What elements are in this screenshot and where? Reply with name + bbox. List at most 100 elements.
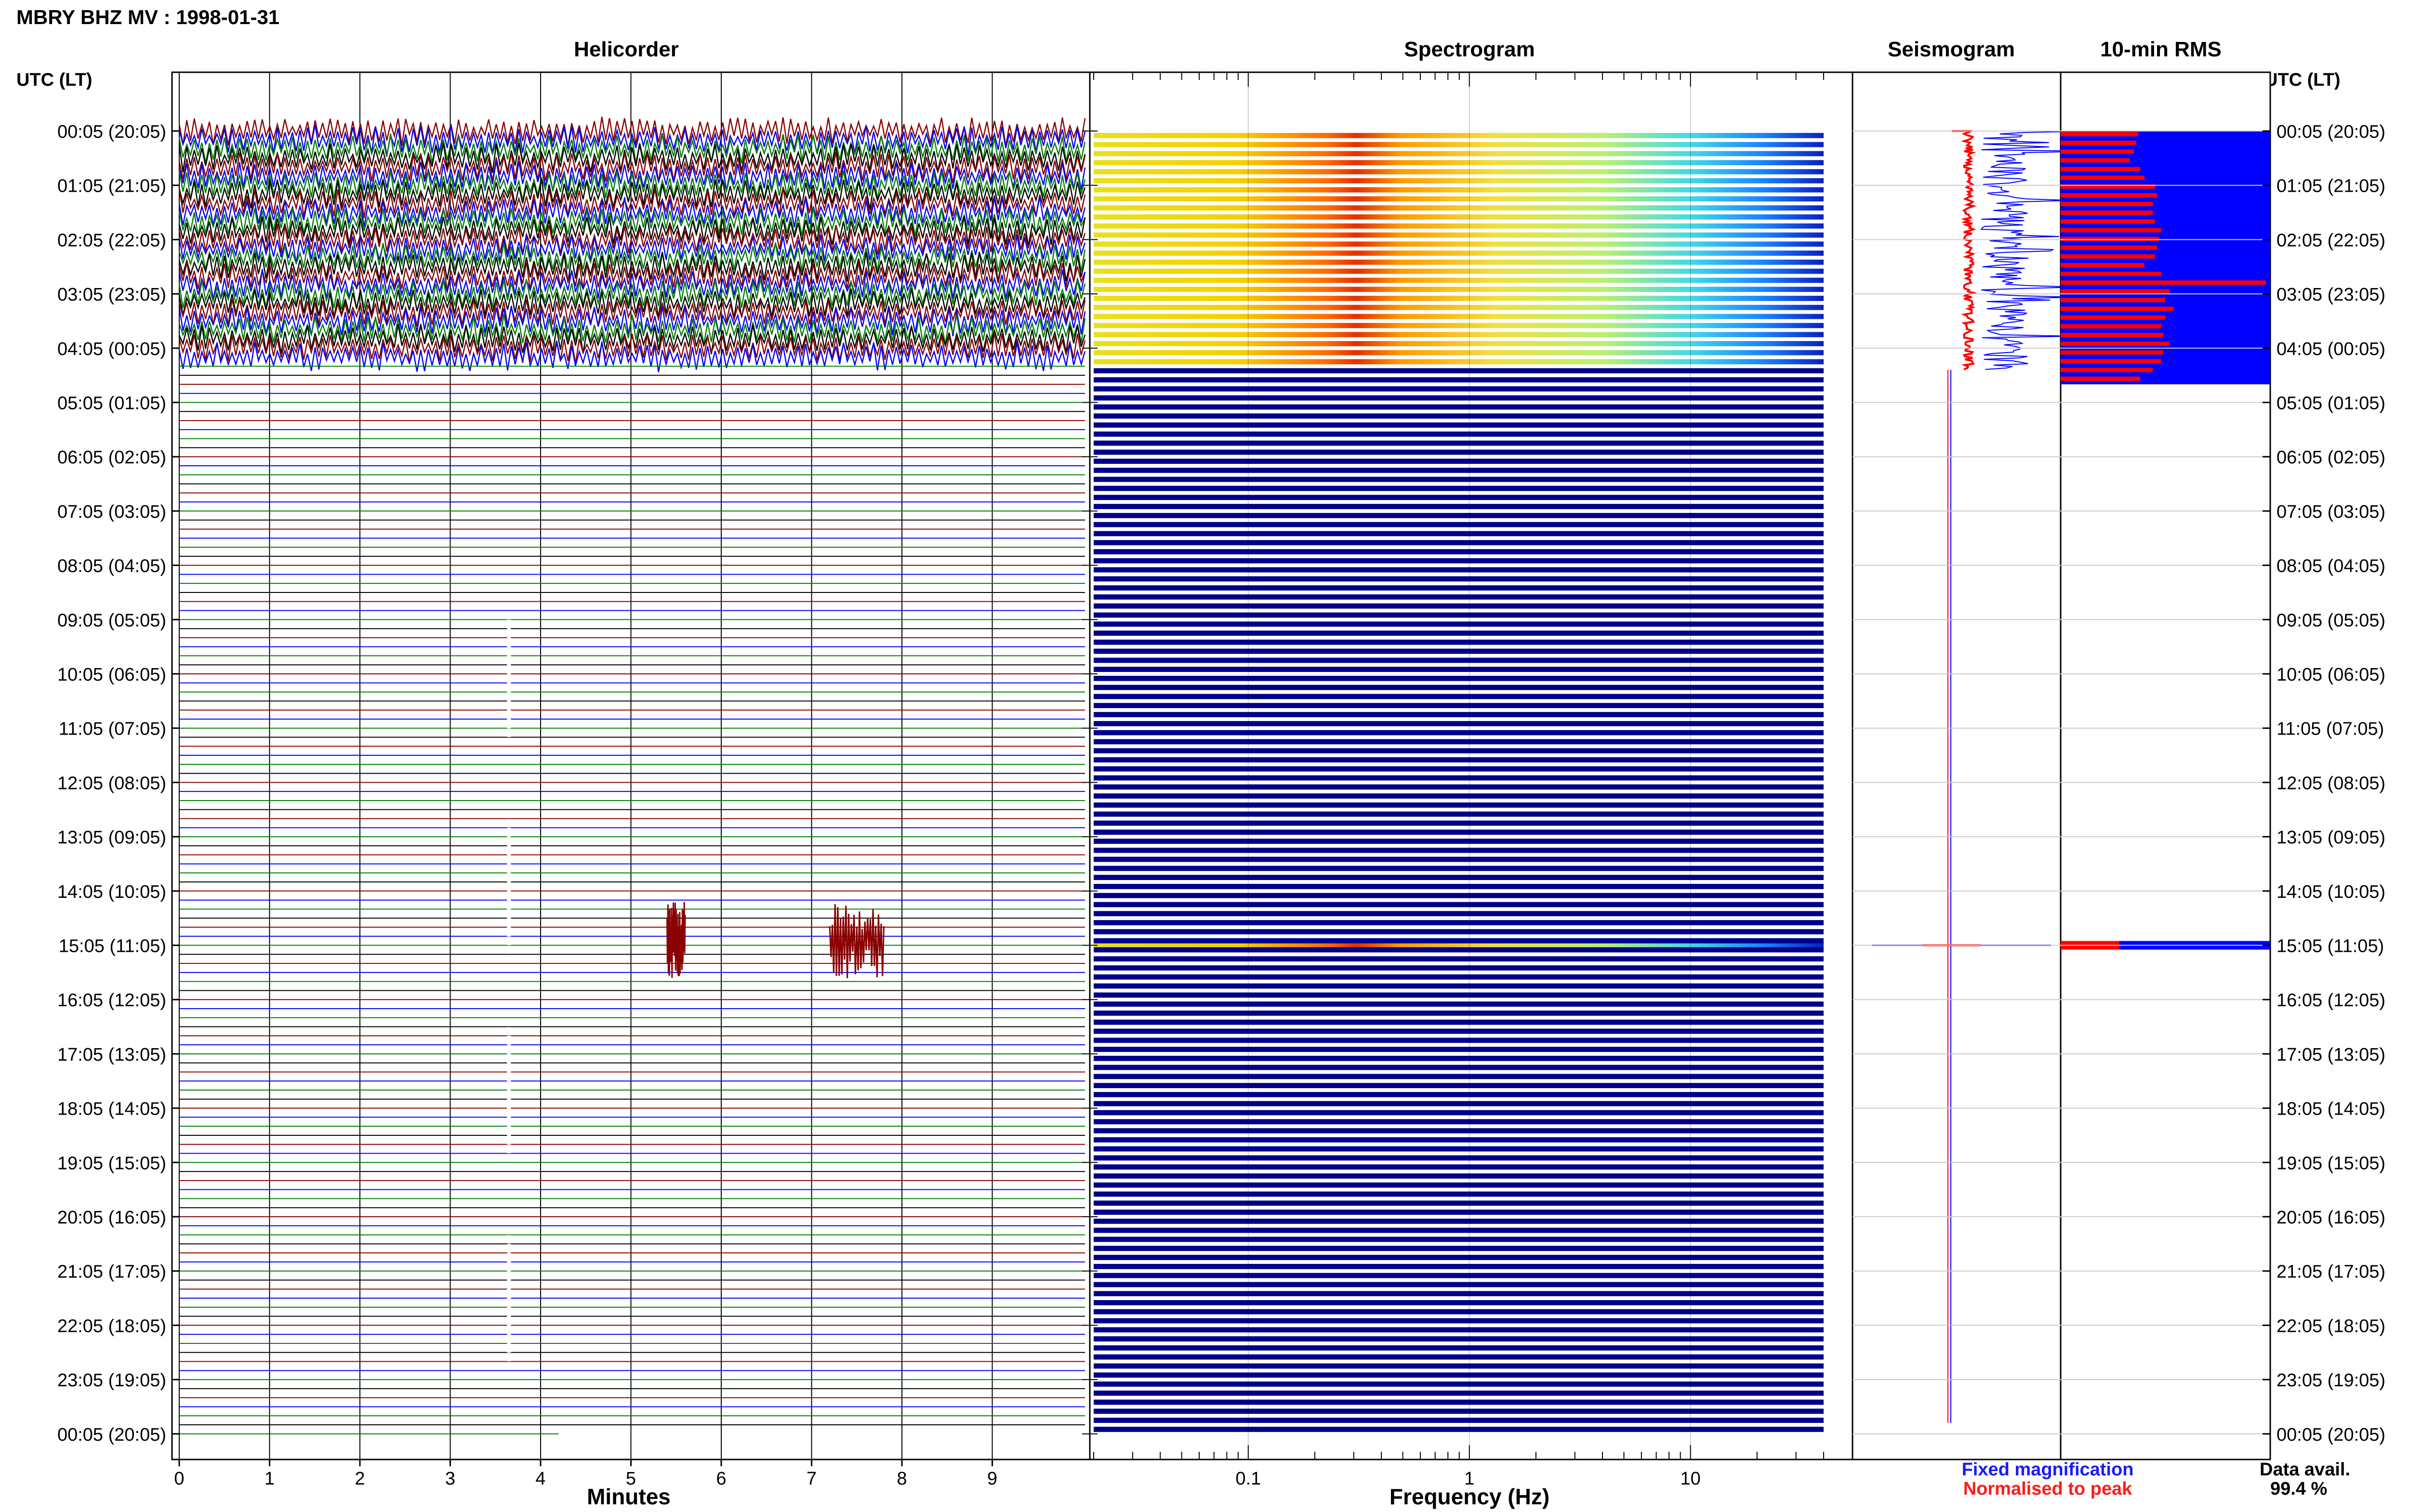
spectrogram-row (1094, 1354, 1824, 1360)
time-label-right: 21:05 (17:05) (2277, 1262, 2385, 1282)
rms-fixed-bar (2061, 210, 2153, 215)
spectrogram-row (1094, 965, 1824, 971)
spectrogram-row (1094, 639, 1824, 645)
spectrogram-row (1094, 820, 1824, 826)
spectrogram-row-active (1094, 323, 1824, 329)
spectrogram-row (1094, 721, 1824, 726)
spectrogram-row (1094, 1236, 1824, 1242)
spectrogram-row (1094, 1399, 1824, 1405)
spectrogram-row (1094, 1418, 1824, 1423)
spectrogram-row (1094, 802, 1824, 808)
time-label-right: 11:05 (07:05) (2277, 719, 2384, 739)
spectrogram-row (1094, 631, 1824, 636)
spectrogram-row-active (1094, 304, 1824, 310)
spectrogram-row (1094, 459, 1824, 464)
spectrogram-row (1094, 1101, 1824, 1106)
spectrogram-row (1094, 829, 1824, 835)
spectrogram-row-active (1094, 287, 1824, 292)
spectrogram-row (1094, 531, 1824, 537)
spectrogram-row (1094, 920, 1824, 925)
spectrogram-row (1094, 875, 1824, 881)
spectrogram-row-active (1094, 277, 1824, 283)
spectrogram-row (1094, 730, 1824, 736)
time-label-right: 18:05 (14:05) (2277, 1099, 2385, 1119)
spectrogram-row (1094, 386, 1824, 392)
frequency-tick-label: 0.1 (1235, 1469, 1261, 1489)
spectrogram-row (1094, 657, 1824, 663)
time-label-right: 12:05 (08:05) (2277, 773, 2385, 793)
spectrogram-row (1094, 567, 1824, 573)
rms-fixed-bar (2061, 228, 2161, 233)
spectrogram-row-active (1094, 314, 1824, 319)
rms-fixed-bar (2061, 175, 2144, 180)
frequency-tick-label: 10 (1681, 1469, 1701, 1489)
spectrogram-row (1094, 1246, 1824, 1251)
spectrogram-row (1094, 748, 1824, 754)
spectrogram-row (1094, 1038, 1824, 1043)
spectrogram-row (1094, 1173, 1824, 1179)
time-label-left: 00:05 (20:05) (57, 122, 166, 142)
spectrogram-row-active (1094, 359, 1824, 365)
spectrogram-row (1094, 621, 1824, 627)
spectrogram-row (1094, 902, 1824, 907)
spectrogram-row (1094, 684, 1824, 690)
spectrogram-row (1094, 558, 1824, 564)
minute-tick-label: 2 (355, 1469, 365, 1489)
time-label-left: 00:05 (20:05) (57, 1425, 166, 1445)
time-label-right: 13:05 (09:05) (2277, 828, 2385, 848)
spectrogram-row (1094, 1227, 1824, 1233)
rms-fixed-bar (2061, 306, 2174, 311)
spectrogram-row (1094, 1327, 1824, 1333)
rms-fixed-bar (2061, 149, 2134, 154)
spectrogram-row (1094, 486, 1824, 491)
spectrogram-row-active (1094, 350, 1824, 355)
time-label-left: 03:05 (23:05) (57, 285, 166, 305)
time-label-left: 22:05 (18:05) (57, 1316, 166, 1336)
spectrogram-row (1094, 1001, 1824, 1007)
spectrogram-row (1094, 1291, 1824, 1297)
rms-fixed-bar (2061, 315, 2166, 320)
spectrogram-row (1094, 1363, 1824, 1369)
spectrogram-row (1094, 1381, 1824, 1387)
time-label-right: 20:05 (16:05) (2277, 1208, 2385, 1228)
spectrogram-row-active (1094, 205, 1824, 211)
minute-tick-label: 9 (987, 1469, 997, 1489)
spectrogram-row (1094, 1119, 1824, 1125)
rms-fixed-bar (2061, 158, 2130, 163)
spectrogram-row (1094, 1263, 1824, 1269)
spectrogram-row (1094, 1282, 1824, 1288)
time-label-left: 06:05 (02:05) (57, 447, 166, 468)
spectrogram-row (1094, 467, 1824, 473)
spectrogram-row-active (1094, 223, 1824, 229)
minute-tick-label: 4 (535, 1469, 545, 1489)
spectrogram-row-active (1094, 196, 1824, 202)
spectrogram-row-active (1094, 332, 1824, 338)
spectrogram-row (1094, 368, 1824, 374)
time-label-right: 14:05 (10:05) (2277, 882, 2385, 902)
time-label-right: 16:05 (12:05) (2277, 990, 2385, 1011)
spectrogram-row (1094, 1191, 1824, 1197)
spectrogram-row-active (1094, 296, 1824, 301)
time-label-left: 09:05 (05:05) (57, 610, 166, 631)
rms-fixed-bar (2061, 376, 2141, 381)
spectrogram-row-active (1094, 268, 1824, 274)
spectrogram-row (1094, 1200, 1824, 1206)
time-label-left: 07:05 (03:05) (57, 502, 166, 522)
time-label-left: 02:05 (22:05) (57, 230, 166, 250)
spectrogram-row (1094, 1408, 1824, 1414)
spectrogram-row (1094, 775, 1824, 781)
spectrogram-row (1094, 549, 1824, 554)
spectrogram-row (1094, 1345, 1824, 1351)
spectrogram-row-active (1094, 259, 1824, 265)
spectrogram-row (1094, 413, 1824, 419)
time-label-left: 16:05 (12:05) (57, 990, 166, 1011)
spectrogram-row (1094, 1137, 1824, 1143)
helicorder-event-burst (666, 902, 686, 978)
rms-fixed-bar (2061, 263, 2144, 268)
spectrogram-row (1094, 856, 1824, 862)
spectrogram-row (1094, 893, 1824, 898)
spectrogram-row (1094, 594, 1824, 600)
rms-fixed-bar (2061, 219, 2155, 224)
spectrogram-row (1094, 793, 1824, 799)
time-label-right: 06:05 (02:05) (2277, 447, 2385, 468)
